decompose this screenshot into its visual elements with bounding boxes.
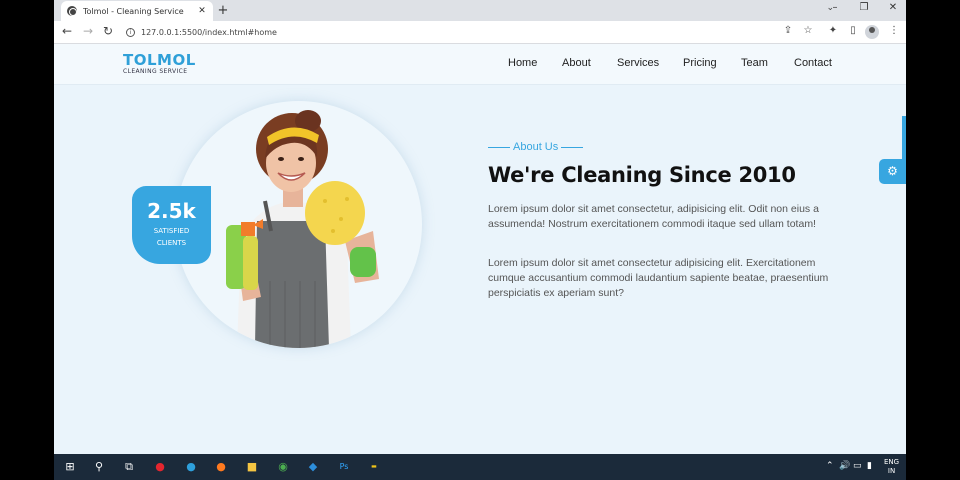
nav-team[interactable]: Team xyxy=(741,57,768,69)
search-icon[interactable]: ⚲ xyxy=(91,459,107,475)
browser-window: Tolmol - Cleaning Service ✕ + ⌄ – ❐ ✕ ← … xyxy=(54,0,906,480)
nav-pricing[interactable]: Pricing xyxy=(683,57,717,69)
cleaning-woman-photo xyxy=(226,110,379,348)
battery-icon[interactable]: ▮ xyxy=(867,461,872,471)
windows-taskbar: ⊞ ⚲ ⧉ ● ● ● ■ ◉ ◆ Ps ▬ ⌃ 🔊 ▭ ▮ ENG IN xyxy=(54,454,906,480)
eyebrow-text: About Us xyxy=(513,141,559,153)
tab-title: Tolmol - Cleaning Service xyxy=(83,6,184,16)
task-view-icon[interactable]: ⧉ xyxy=(121,459,137,475)
site-info-icon[interactable]: i xyxy=(126,28,135,37)
bookmark-star-icon[interactable]: ☆ xyxy=(801,25,815,36)
opera-icon[interactable]: ● xyxy=(152,459,168,475)
nav-home[interactable]: Home xyxy=(508,57,537,69)
logo-tagline: CLEANING SERVICE xyxy=(123,68,188,75)
nav-contact[interactable]: Contact xyxy=(794,57,832,69)
settings-gear-icon[interactable]: ⚙ xyxy=(879,159,906,184)
windows-start-icon[interactable]: ⊞ xyxy=(62,459,78,475)
clients-label-2: CLIENTS xyxy=(156,239,187,247)
logo-name: TOLMOL xyxy=(123,51,196,69)
volume-icon[interactable]: 🔊 xyxy=(839,461,850,471)
about-image-frame xyxy=(175,101,422,348)
region-code: IN xyxy=(887,467,896,475)
clients-count: 2.5k xyxy=(147,199,196,223)
forward-icon[interactable]: → xyxy=(80,24,96,38)
tab-bar: Tolmol - Cleaning Service ✕ + ⌄ – ❐ ✕ xyxy=(54,0,906,21)
close-window-icon[interactable]: ✕ xyxy=(883,2,903,13)
share-icon[interactable]: ⇪ xyxy=(781,25,795,36)
page-scrollbar[interactable] xyxy=(902,116,906,162)
language-code: ENG xyxy=(884,458,900,466)
url-text: 127.0.0.1:5500/index.html#home xyxy=(141,28,277,37)
clients-label-1: SATISFIED xyxy=(153,227,190,235)
photoshop-icon[interactable]: Ps xyxy=(336,459,352,475)
tab-close-icon[interactable]: ✕ xyxy=(197,6,207,16)
about-heading: We're Cleaning Since 2010 xyxy=(488,163,796,187)
eyebrow-line-left xyxy=(488,146,510,148)
language-indicator[interactable]: ENG IN xyxy=(884,458,899,476)
network-icon[interactable]: ▭ xyxy=(853,461,862,471)
firefox-icon[interactable]: ● xyxy=(213,459,229,475)
section-eyebrow: About Us xyxy=(488,141,584,153)
about-paragraph-2: Lorem ipsum dolor sit amet consectetur a… xyxy=(488,257,829,299)
minimize-icon[interactable]: – xyxy=(825,2,845,13)
satisfied-clients-badge: 2.5k SATISFIED CLIENTS xyxy=(132,186,211,264)
restore-icon[interactable]: ❐ xyxy=(854,2,874,13)
vscode-icon[interactable]: ◆ xyxy=(305,459,321,475)
reload-icon[interactable]: ↻ xyxy=(100,24,116,38)
about-paragraph-1: Lorem ipsum dolor sit amet consectetur, … xyxy=(488,203,819,230)
file-explorer-icon[interactable]: ■ xyxy=(244,459,260,475)
browser-toolbar: ← → ↻ i 127.0.0.1:5500/index.html#home ⇪… xyxy=(54,21,906,44)
back-icon[interactable]: ← xyxy=(59,24,75,38)
eyebrow-line-right xyxy=(561,146,584,148)
extensions-icon[interactable]: ✦ xyxy=(826,25,840,36)
site-header: TOLMOL CLEANING SERVICE Home About Servi… xyxy=(54,44,906,85)
profile-avatar-icon[interactable] xyxy=(865,25,879,39)
menu-kebab-icon[interactable]: ⋮ xyxy=(887,25,901,36)
tray-chevron-icon[interactable]: ⌃ xyxy=(826,461,834,471)
chrome-icon[interactable]: ◉ xyxy=(275,459,291,475)
app-icon[interactable]: ▬ xyxy=(366,459,382,475)
address-bar[interactable]: i 127.0.0.1:5500/index.html#home xyxy=(120,23,820,42)
browser-tab[interactable]: Tolmol - Cleaning Service ✕ xyxy=(61,1,213,21)
new-tab-button[interactable]: + xyxy=(216,3,230,18)
edge-icon[interactable]: ● xyxy=(183,459,199,475)
side-panel-icon[interactable]: ▯ xyxy=(846,25,860,36)
nav-services[interactable]: Services xyxy=(617,57,659,69)
site-logo[interactable]: TOLMOL CLEANING SERVICE xyxy=(123,53,196,76)
nav-about[interactable]: About xyxy=(562,57,591,69)
globe-icon xyxy=(67,6,77,16)
